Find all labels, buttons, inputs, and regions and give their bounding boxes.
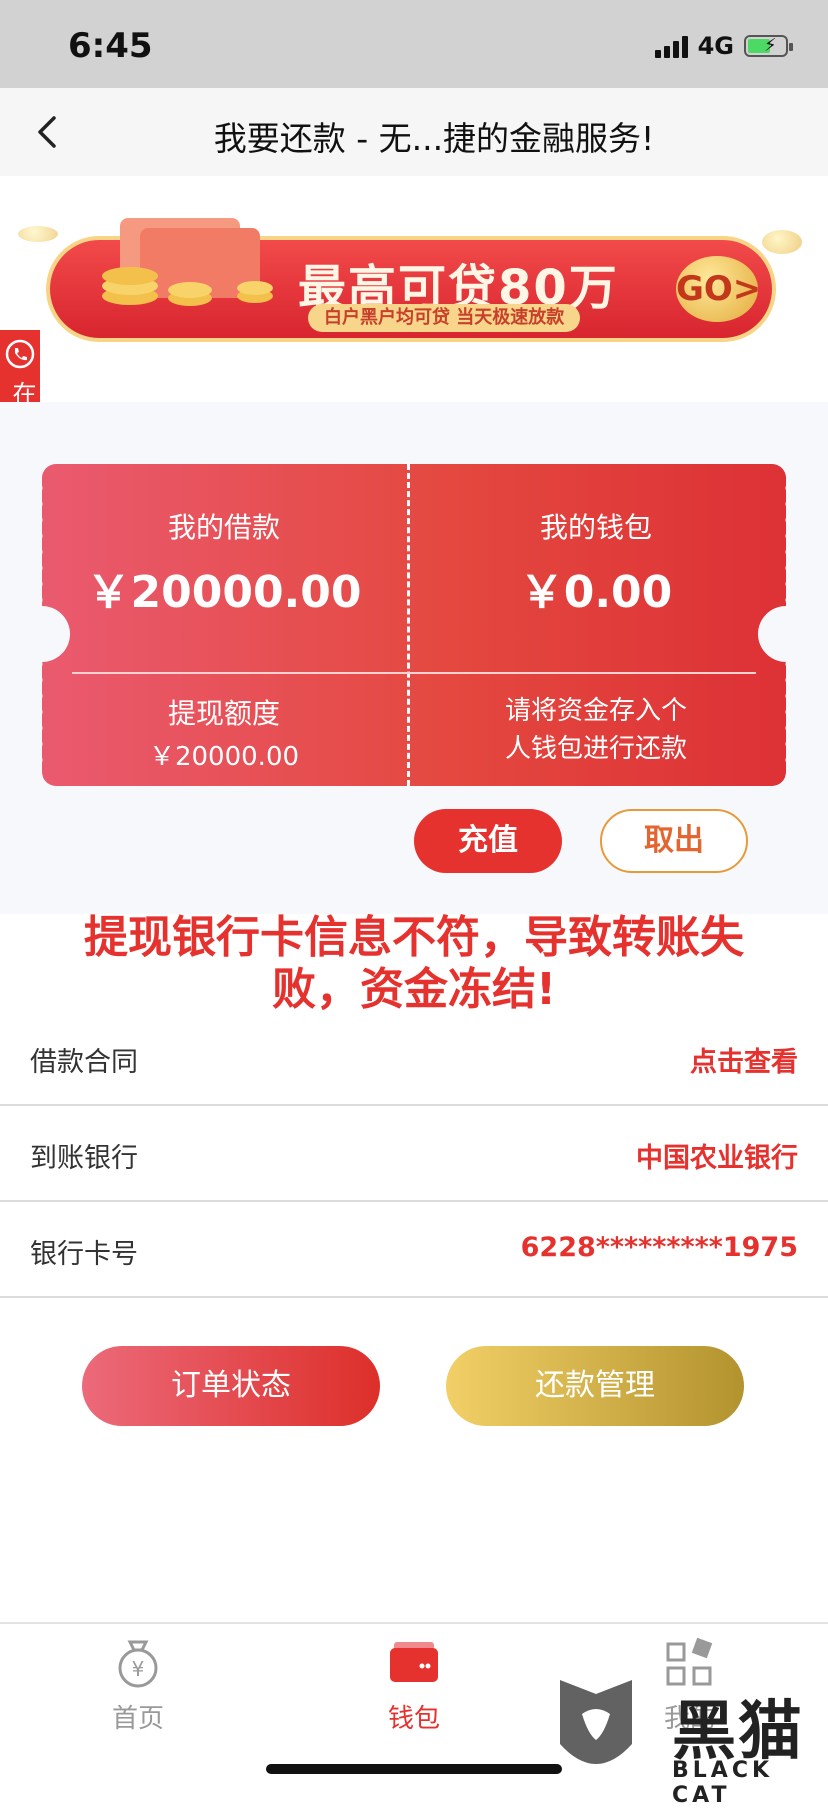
withdraw-quota-amount: ￥20000.00 xyxy=(148,742,300,772)
battery-icon: ⚡ xyxy=(744,35,793,57)
tab-home-label: 首页 xyxy=(111,1704,164,1734)
cards-coins-icon xyxy=(102,218,273,306)
coin-decoration-icon xyxy=(762,230,802,254)
frozen-funds-warning: 提现银行卡信息不符，导致转账失 败，资金冻结! xyxy=(40,912,788,1016)
loan-contract-row[interactable]: 借款合同 点击查看 xyxy=(0,1010,828,1106)
warning-line2: 败，资金冻结! xyxy=(271,964,557,1015)
tab-wallet[interactable]: 钱包 xyxy=(344,1634,484,1735)
signal-icon xyxy=(654,34,688,58)
back-icon[interactable] xyxy=(28,110,68,154)
repay-manage-button[interactable]: 还款管理 xyxy=(446,1346,744,1426)
loan-contract-label: 借款合同 xyxy=(30,1047,138,1078)
watermark-subtext: BLACK CAT xyxy=(672,1758,774,1808)
receiving-bank-label: 到账银行 xyxy=(30,1143,138,1174)
loan-ticket-card: 我的借款 ￥20000.00 我的钱包 ￥0.00 提现额度 ￥20000.00… xyxy=(42,464,786,786)
order-status-button[interactable]: 订单状态 xyxy=(82,1346,380,1426)
card-number-label: 银行卡号 xyxy=(30,1239,138,1270)
tab-home[interactable]: ¥ 首页 xyxy=(68,1634,208,1735)
wallet-icon xyxy=(390,1642,438,1682)
status-time: 6:45 xyxy=(68,26,153,66)
status-indicators: 4G ⚡ xyxy=(654,32,793,60)
wallet-note-line1: 请将资金存入个 xyxy=(504,696,687,726)
receiving-bank-row: 到账银行 中国农业银行 xyxy=(0,1106,828,1202)
withdraw-quota-label: 提现额度 xyxy=(167,697,280,730)
network-type: 4G xyxy=(697,32,734,60)
view-contract-link[interactable]: 点击查看 xyxy=(690,1040,798,1079)
page-title: 我要还款 - 无...捷的金融服务! xyxy=(213,119,655,158)
receiving-bank-value: 中国农业银行 xyxy=(636,1143,798,1174)
card-number-value: 6228*********1975 xyxy=(520,1232,798,1263)
phone-icon xyxy=(5,339,35,369)
banner-subtitle: 白户黑户均可贷 当天极速放款 xyxy=(308,304,581,332)
nav-bar: 我要还款 - 无...捷的金融服务! xyxy=(0,88,828,176)
my-loan-amount: ￥20000.00 xyxy=(86,567,362,618)
withdraw-button[interactable]: 取出 xyxy=(600,809,748,873)
recharge-button[interactable]: 充值 xyxy=(414,809,562,873)
coin-decoration-icon xyxy=(18,226,58,242)
status-bar: 6:45 4G ⚡ xyxy=(0,0,828,88)
my-loan-label: 我的借款 xyxy=(167,511,280,544)
my-wallet-amount: ￥0.00 xyxy=(519,567,673,618)
home-indicator xyxy=(266,1764,562,1774)
tab-wallet-label: 钱包 xyxy=(387,1704,440,1734)
my-wallet-label: 我的钱包 xyxy=(539,511,652,544)
card-number-row: 银行卡号 6228*********1975 xyxy=(0,1202,828,1298)
money-bag-icon: ¥ xyxy=(118,1640,158,1688)
svg-text:¥: ¥ xyxy=(132,1657,145,1681)
wallet-note-line2: 人钱包进行还款 xyxy=(504,734,687,764)
warning-line1: 提现银行卡信息不符，导致转账失 xyxy=(84,912,744,963)
go-button[interactable]: GO> xyxy=(676,256,761,322)
promo-banner[interactable]: 最高可贷80万 白户黑户均可贷 当天极速放款 GO> xyxy=(46,218,776,342)
